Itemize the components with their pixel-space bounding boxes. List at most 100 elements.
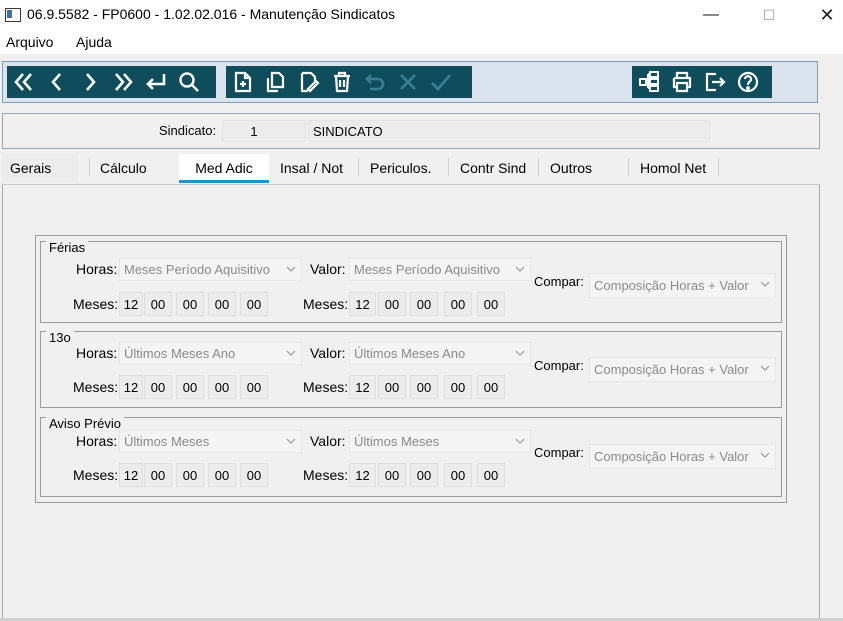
prev-record-icon[interactable] bbox=[40, 66, 73, 98]
search-icon[interactable] bbox=[172, 66, 205, 98]
chevron-down-icon bbox=[515, 438, 525, 444]
meses-valor-field[interactable]: 00 bbox=[444, 375, 472, 399]
meses-valor-field[interactable]: 00 bbox=[477, 292, 505, 316]
tab-gerais[interactable]: Gerais bbox=[2, 154, 78, 182]
meses-horas-field[interactable]: 00 bbox=[240, 463, 268, 487]
compar-select-value: Composição Horas + Valor bbox=[594, 362, 749, 377]
menu-ajuda[interactable]: Ajuda bbox=[76, 34, 112, 50]
meses-valor-field[interactable]: 00 bbox=[410, 292, 438, 316]
horas-label: Horas: bbox=[76, 345, 118, 361]
sindicato-name-field[interactable]: SINDICATO bbox=[308, 120, 710, 142]
edit-record-icon[interactable] bbox=[292, 66, 325, 98]
valor-select-aviso-previo[interactable]: Últimos Meses bbox=[349, 430, 531, 453]
minimize-button[interactable]: — bbox=[688, 0, 734, 30]
tab-calculo[interactable]: Cálculo bbox=[100, 154, 147, 182]
valor-select-ferias[interactable]: Meses Período Aquisitivo bbox=[349, 258, 531, 281]
meses-horas-field[interactable]: 00 bbox=[240, 292, 268, 316]
meses-valor-field[interactable]: 12 bbox=[349, 292, 376, 316]
undo-icon[interactable] bbox=[358, 66, 391, 98]
meses-horas-field[interactable]: 00 bbox=[144, 292, 172, 316]
valor-label: Valor: bbox=[310, 261, 346, 277]
cancel-icon[interactable] bbox=[391, 66, 424, 98]
meses-horas-field[interactable]: 00 bbox=[208, 463, 236, 487]
compar-select-13o[interactable]: Composição Horas + Valor bbox=[589, 357, 776, 382]
first-record-icon[interactable] bbox=[7, 66, 40, 98]
horas-select-13o[interactable]: Últimos Meses Ano bbox=[119, 342, 302, 365]
meses-valor-field[interactable]: 12 bbox=[349, 375, 376, 399]
meses-horas-field[interactable]: 12 bbox=[119, 292, 143, 316]
group-title-aviso-previo: Aviso Prévio bbox=[46, 416, 125, 431]
app-icon bbox=[5, 8, 21, 22]
tools-toolbar-group bbox=[632, 66, 772, 98]
valor-select-value: Últimos Meses Ano bbox=[354, 346, 466, 361]
meses-valor-field[interactable]: 00 bbox=[477, 463, 505, 487]
meses-valor-field[interactable]: 00 bbox=[410, 375, 438, 399]
meses-valor-field[interactable]: 00 bbox=[444, 292, 472, 316]
meses-label: Meses: bbox=[73, 467, 119, 483]
chevron-down-icon bbox=[286, 438, 296, 444]
last-record-icon[interactable] bbox=[106, 66, 139, 98]
tab-separator bbox=[448, 158, 449, 176]
meses-horas-field[interactable]: 00 bbox=[208, 375, 236, 399]
horas-select-aviso-previo[interactable]: Últimos Meses bbox=[119, 430, 302, 453]
new-record-icon[interactable] bbox=[226, 66, 259, 98]
meses-horas-field[interactable]: 12 bbox=[119, 375, 143, 399]
sindicato-code-field[interactable]: 1 bbox=[222, 120, 306, 142]
meses-valor-field[interactable]: 00 bbox=[410, 463, 438, 487]
tab-contr-sind[interactable]: Contr Sind bbox=[460, 154, 526, 182]
menu-arquivo[interactable]: Arquivo bbox=[6, 34, 53, 50]
valor-label: Valor: bbox=[310, 433, 346, 449]
tab-separator bbox=[358, 158, 359, 176]
meses-horas-field[interactable]: 12 bbox=[119, 463, 143, 487]
tab-periculos[interactable]: Periculos. bbox=[370, 154, 431, 182]
meses-valor-field[interactable]: 12 bbox=[349, 463, 376, 487]
valor-label: Valor: bbox=[310, 345, 346, 361]
compar-select-value: Composição Horas + Valor bbox=[594, 278, 749, 293]
print-icon[interactable] bbox=[665, 66, 698, 98]
copy-record-icon[interactable] bbox=[259, 66, 292, 98]
menu-bar bbox=[0, 30, 843, 54]
tab-med-adic[interactable]: Med Adic bbox=[179, 154, 269, 182]
chevron-down-icon bbox=[760, 365, 770, 371]
tab-separator bbox=[89, 158, 90, 176]
compar-select-aviso-previo[interactable]: Composição Horas + Valor bbox=[589, 444, 776, 469]
compar-label: Compar: bbox=[534, 274, 584, 289]
return-icon[interactable] bbox=[139, 66, 172, 98]
meses-label: Meses: bbox=[73, 379, 119, 395]
sindicato-label: Sindicato: bbox=[159, 123, 217, 138]
tab-insal-not[interactable]: Insal / Not bbox=[280, 154, 343, 182]
horas-select-ferias[interactable]: Meses Período Aquisitivo bbox=[119, 258, 302, 281]
compar-select-ferias[interactable]: Composição Horas + Valor bbox=[589, 273, 776, 298]
confirm-icon[interactable] bbox=[424, 66, 457, 98]
delete-icon[interactable] bbox=[325, 66, 358, 98]
close-button[interactable]: ✕ bbox=[804, 0, 843, 30]
chevron-down-icon bbox=[760, 281, 770, 287]
meses-horas-field[interactable]: 00 bbox=[240, 375, 268, 399]
meses-horas-field[interactable]: 00 bbox=[144, 463, 172, 487]
meses-label: Meses: bbox=[73, 296, 119, 312]
meses-valor-field[interactable]: 00 bbox=[378, 463, 406, 487]
tab-homol-net[interactable]: Homol Net bbox=[640, 154, 706, 182]
meses-valor-field[interactable]: 00 bbox=[378, 292, 406, 316]
help-icon[interactable] bbox=[731, 66, 764, 98]
meses-horas-field[interactable]: 00 bbox=[208, 292, 236, 316]
group-title-ferias: Férias bbox=[46, 240, 89, 255]
meses-horas-field[interactable]: 00 bbox=[176, 463, 204, 487]
meses-horas-field[interactable]: 00 bbox=[176, 375, 204, 399]
horas-label: Horas: bbox=[76, 433, 118, 449]
meses-valor-field[interactable]: 00 bbox=[444, 463, 472, 487]
valor-select-value: Últimos Meses bbox=[354, 434, 440, 449]
next-record-icon[interactable] bbox=[73, 66, 106, 98]
chevron-down-icon bbox=[286, 350, 296, 356]
structure-icon[interactable] bbox=[632, 66, 665, 98]
valor-select-13o[interactable]: Últimos Meses Ano bbox=[349, 342, 531, 365]
meses-valor-field[interactable]: 00 bbox=[378, 375, 406, 399]
tab-outros[interactable]: Outros bbox=[550, 154, 592, 182]
meses-valor-field[interactable]: 00 bbox=[477, 375, 505, 399]
chevron-down-icon bbox=[515, 350, 525, 356]
exit-icon[interactable] bbox=[698, 66, 731, 98]
tab-separator bbox=[718, 158, 719, 176]
meses-horas-field[interactable]: 00 bbox=[176, 292, 204, 316]
meses-horas-field[interactable]: 00 bbox=[144, 375, 172, 399]
maximize-button[interactable]: ☐ bbox=[746, 0, 792, 30]
